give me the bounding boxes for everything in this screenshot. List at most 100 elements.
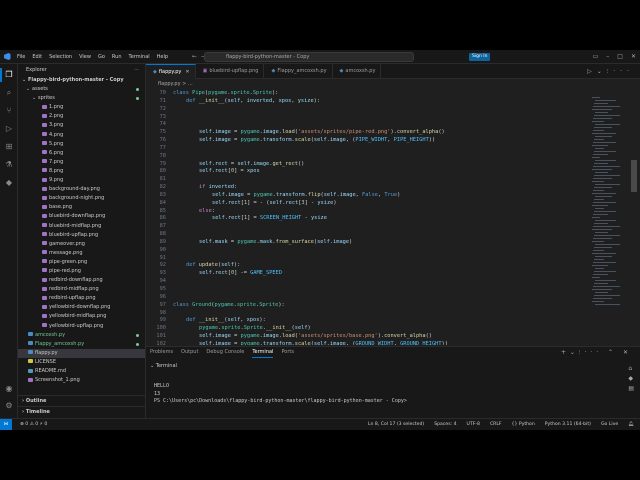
file-item[interactable]: yellowbird-downflap.png — [18, 303, 145, 312]
code-line[interactable]: 100 pygame.sprite.Sprite.__init__(self) — [146, 324, 592, 332]
layout-icon[interactable]: ▭ — [593, 53, 599, 60]
python-interpreter[interactable]: Python 3.11 (64-bit) — [545, 419, 591, 430]
code-line[interactable]: 77 — [146, 144, 592, 152]
tab-ports[interactable]: Ports — [281, 347, 294, 358]
code-line[interactable]: 74 — [146, 120, 592, 128]
go-live-button[interactable]: Go Live — [601, 419, 618, 430]
code-line[interactable]: 94 — [146, 277, 592, 285]
tab-bluebird-upflap[interactable]: ▣ bluebird-upflap.png — [196, 64, 265, 79]
file-item[interactable]: LICENSE — [18, 358, 145, 367]
tab-flappy-py[interactable]: ◆ flappy.py ✕ — [146, 64, 196, 79]
code-line[interactable]: 101 self.image = pygame.image.load('asset… — [146, 332, 592, 340]
powershell-icon[interactable]: ⌂ — [628, 365, 634, 372]
search-icon[interactable]: ⌕ — [4, 88, 14, 98]
code-line[interactable]: 97 class Ground(pygame.sprite.Sprite): — [146, 301, 592, 309]
menu-file[interactable]: File — [17, 54, 25, 60]
tab-flappy-amcoxsh[interactable]: ◆ Flappy_amcoxsh.py — [264, 64, 333, 79]
file-item[interactable]: bluebird-midflap.png — [18, 222, 145, 231]
tab-output[interactable]: Output — [181, 347, 198, 358]
code-line[interactable]: 99 def __init__(self, xpos): — [146, 316, 592, 324]
run-debug-icon[interactable]: ▷ — [4, 124, 14, 134]
file-item[interactable]: flappy.py — [18, 348, 145, 358]
maximize-icon[interactable]: □ — [617, 53, 623, 60]
code-line[interactable]: 88 — [146, 230, 592, 238]
code-line[interactable]: 95 — [146, 285, 592, 293]
code-line[interactable]: 85 else: — [146, 207, 592, 215]
more-actions-icon[interactable]: ··· — [134, 64, 139, 76]
code-line[interactable]: 78 — [146, 152, 592, 160]
file-item[interactable]: 1.png — [18, 103, 145, 112]
file-item[interactable]: 9.png — [18, 176, 145, 185]
file-item[interactable]: 3.png — [18, 121, 145, 130]
file-item[interactable]: pipe-green.png — [18, 258, 145, 267]
menu-view[interactable]: View — [79, 54, 91, 60]
close-icon[interactable]: ✕ — [631, 53, 636, 60]
panel-actions[interactable]: +⌄⫶··· ⌃ ✕ — [561, 347, 632, 358]
code-line[interactable]: 96 — [146, 293, 592, 301]
source-control-icon[interactable]: ⑂ — [4, 106, 14, 116]
file-item[interactable]: message.png — [18, 249, 145, 258]
file-item[interactable]: Flappy_amcoxsh.py — [18, 340, 145, 349]
file-item[interactable]: background-day.png — [18, 185, 145, 194]
file-item[interactable]: 4.png — [18, 131, 145, 140]
code-line[interactable]: 93 self.rect[0] -= GAME_SPEED — [146, 269, 592, 277]
code-line[interactable]: 80 self.rect[0] = xpos — [146, 167, 592, 175]
line-ending[interactable]: CRLF — [490, 419, 502, 430]
sign-in-button[interactable]: Sign In — [469, 53, 491, 61]
file-item[interactable]: redbird-upflap.png — [18, 294, 145, 303]
testing-icon[interactable]: ⚗ — [4, 160, 14, 170]
encoding[interactable]: UTF-8 — [467, 419, 480, 430]
code-line[interactable]: 92 def update(self): — [146, 261, 592, 269]
code-line[interactable]: 84 self.rect[1] = - (self.rect[3] - ysize… — [146, 199, 592, 207]
outline-section[interactable]: › Outline — [18, 395, 146, 406]
gear-icon[interactable]: ⚙ — [4, 401, 14, 411]
file-item[interactable]: amcoxsh.py — [18, 331, 145, 340]
indentation[interactable]: Spaces: 4 — [434, 419, 456, 430]
menu-help[interactable]: Help — [157, 54, 168, 60]
language-mode[interactable]: {} Python — [512, 419, 535, 430]
code-line[interactable]: 81 — [146, 175, 592, 183]
menu-selection[interactable]: Selection — [49, 54, 72, 60]
file-item[interactable]: bluebird-downflap.png — [18, 212, 145, 221]
code-line[interactable]: 86 self.rect[1] = SCREEN_HEIGHT - ysize — [146, 214, 592, 222]
python-icon[interactable]: ◆ — [4, 178, 14, 188]
code-line[interactable]: 102 self.image = pygame.transform.scale(s… — [146, 340, 592, 345]
command-center-search[interactable]: flappy-bird-python-master - Copy — [204, 52, 414, 62]
file-item[interactable]: 7.png — [18, 158, 145, 167]
trash-icon[interactable]: ▤ — [628, 385, 634, 392]
account-icon[interactable]: ◉ — [4, 384, 14, 394]
file-item[interactable]: bluebird-upflap.png — [18, 231, 145, 240]
code-line[interactable]: 90 — [146, 246, 592, 254]
remote-icon[interactable]: ⋈ — [0, 419, 12, 430]
cursor-position[interactable]: Ln 8, Col 17 (3 selected) — [368, 419, 424, 430]
code-line[interactable]: 89 self.mask = pygame.mask.from_surface(s… — [146, 238, 592, 246]
code-line[interactable]: 87 — [146, 222, 592, 230]
code-line[interactable]: 72 — [146, 105, 592, 113]
code-line[interactable]: 71 def __init__(self, inverted, xpos, ysi… — [146, 97, 592, 105]
problems-count[interactable]: ⊗ 0 ⚠ 0 ⚡ 0 — [20, 419, 47, 430]
minimize-icon[interactable]: – — [606, 53, 609, 60]
file-item[interactable]: 6.png — [18, 149, 145, 158]
tab-problems[interactable]: Problems — [150, 347, 173, 358]
python-terminal-icon[interactable]: ◆ — [628, 375, 634, 382]
code-line[interactable]: 73 — [146, 113, 592, 121]
workspace-root[interactable]: ⌄ Flappy-bird-python-master - Copy — [18, 76, 145, 85]
tab-debug-console[interactable]: Debug Console — [206, 347, 244, 358]
menu-terminal[interactable]: Terminal — [129, 54, 150, 60]
code-line[interactable]: 82 if inverted: — [146, 183, 592, 191]
folder-item[interactable]: ⌄ sprites — [18, 94, 145, 103]
file-item[interactable]: 8.png — [18, 167, 145, 176]
code-line[interactable]: 79 self.rect = self.image.get_rect() — [146, 160, 592, 168]
code-editor[interactable]: 70 class Pipe(pygame.sprite.Sprite): 71 def… — [146, 89, 592, 345]
tab-terminal[interactable]: Terminal — [252, 347, 274, 358]
bell-icon[interactable]: 🔔︎ — [628, 419, 634, 430]
code-line[interactable]: 70 class Pipe(pygame.sprite.Sprite): — [146, 89, 592, 97]
editor-actions[interactable]: ▷⌄⫶··· — [587, 64, 634, 79]
editor-scrollbar[interactable] — [631, 160, 637, 192]
terminal-output[interactable]: HELLO 13 PS C:\Users\pc\Downloads\flappy… — [154, 383, 410, 406]
code-line[interactable]: 98 — [146, 309, 592, 317]
code-line[interactable]: 75 self.image = pygame.image.load('assets… — [146, 128, 592, 136]
extensions-icon[interactable]: ⊞ — [4, 142, 14, 152]
code-line[interactable]: 76 self.image = pygame.transform.scale(se… — [146, 136, 592, 144]
file-item[interactable]: gameover.png — [18, 240, 145, 249]
